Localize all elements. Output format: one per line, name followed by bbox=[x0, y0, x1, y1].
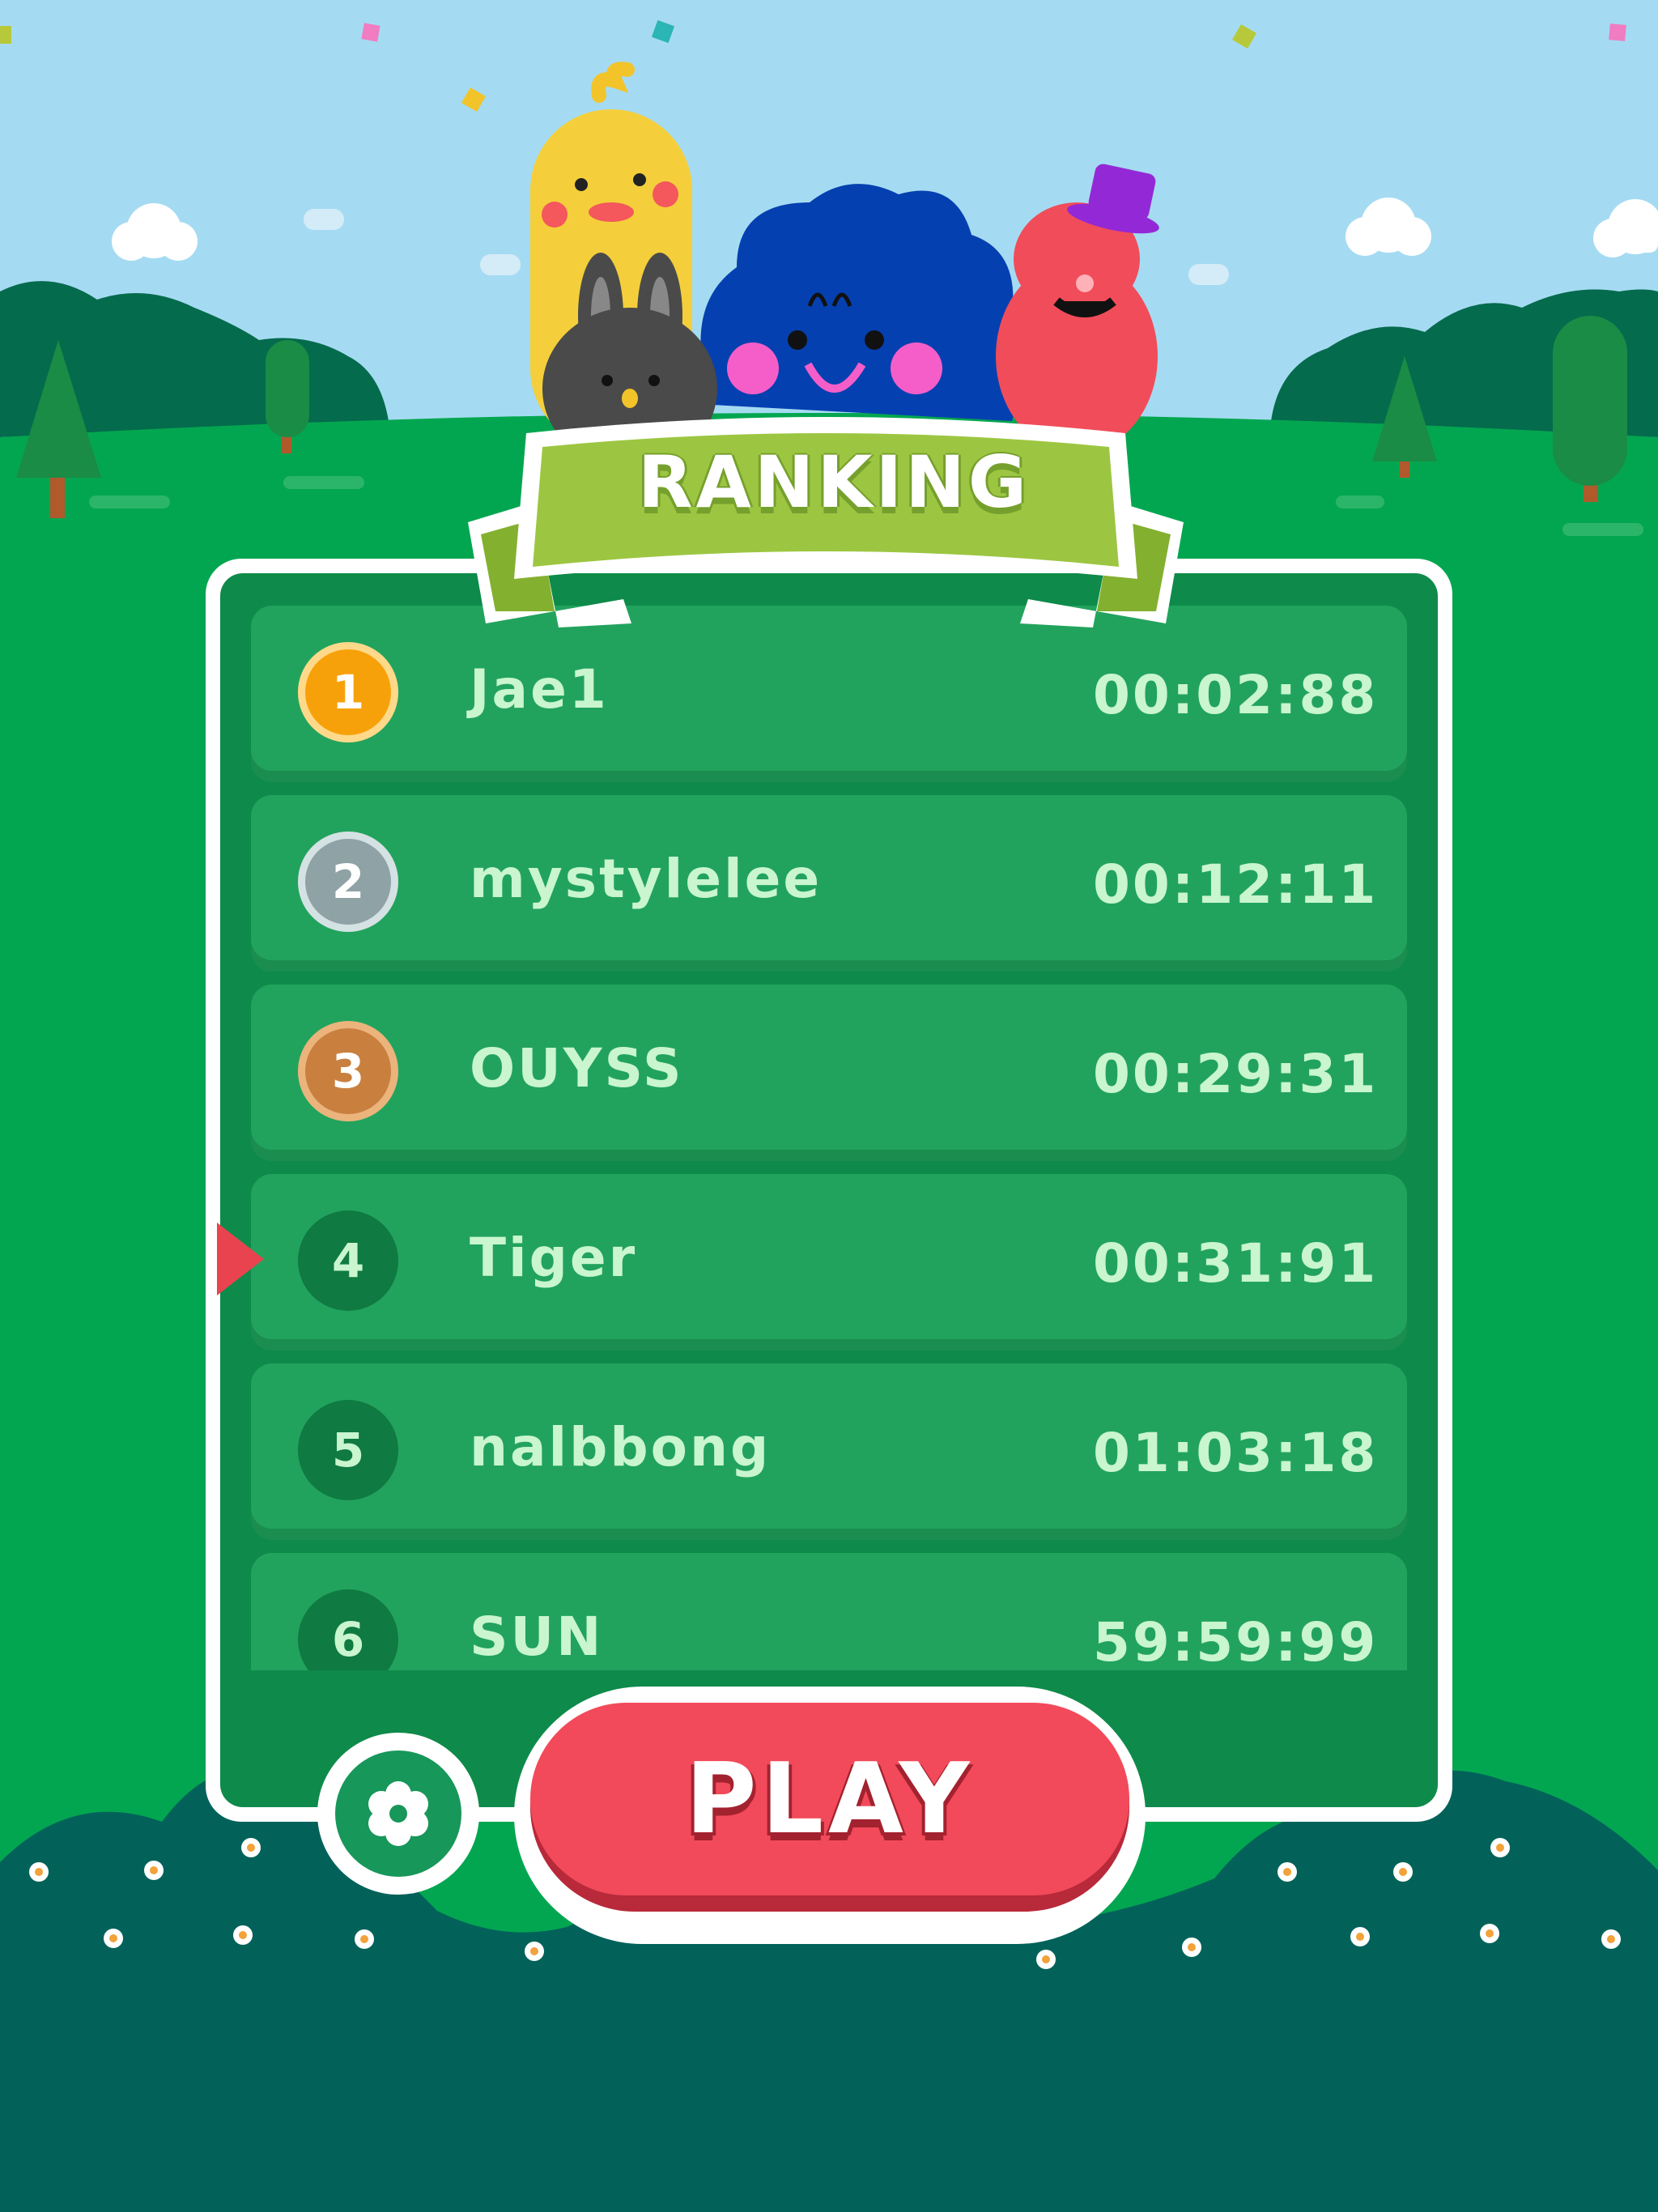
player-name: Tiger bbox=[470, 1227, 638, 1289]
ranking-row-4: 4 Tiger 00:31:91 bbox=[251, 1174, 1407, 1351]
player-name: SUN bbox=[470, 1606, 604, 1668]
silver-medal-badge: 2 bbox=[298, 832, 398, 932]
player-time: 01:03:18 bbox=[1093, 1422, 1379, 1484]
rank-badge: 6 bbox=[298, 1589, 398, 1670]
current-player-indicator-icon bbox=[217, 1223, 264, 1295]
player-name: nalbbong bbox=[470, 1416, 772, 1478]
rank-badge: 4 bbox=[298, 1210, 398, 1311]
settings-button[interactable] bbox=[317, 1733, 479, 1895]
player-name: mystylelee bbox=[470, 848, 823, 910]
player-time: 59:59:99 bbox=[1093, 1611, 1379, 1670]
player-time: 00:31:91 bbox=[1093, 1232, 1379, 1295]
play-button-label: PLAY bbox=[685, 1742, 975, 1856]
bronze-medal-badge: 3 bbox=[298, 1021, 398, 1121]
play-button[interactable]: PLAY bbox=[514, 1687, 1146, 1944]
player-time: 00:29:31 bbox=[1093, 1043, 1379, 1105]
gear-icon bbox=[368, 1781, 428, 1846]
player-time: 00:12:11 bbox=[1093, 853, 1379, 916]
rank-badge: 5 bbox=[298, 1400, 398, 1500]
page-title: RANKING bbox=[637, 440, 1031, 524]
ranking-row-3: 3 OUYSS 00:29:31 bbox=[251, 985, 1407, 1161]
ranking-list[interactable]: 1 Jae1 00:02:88 2 mystylelee 00:12:11 3 … bbox=[251, 606, 1407, 1670]
ranking-row-5: 5 nalbbong 01:03:18 bbox=[251, 1363, 1407, 1540]
ranking-row-2: 2 mystylelee 00:12:11 bbox=[251, 795, 1407, 972]
ranking-row-6: 6 SUN 59:59:99 bbox=[251, 1553, 1407, 1670]
player-name: OUYSS bbox=[470, 1037, 684, 1100]
gold-medal-badge: 1 bbox=[298, 642, 398, 742]
